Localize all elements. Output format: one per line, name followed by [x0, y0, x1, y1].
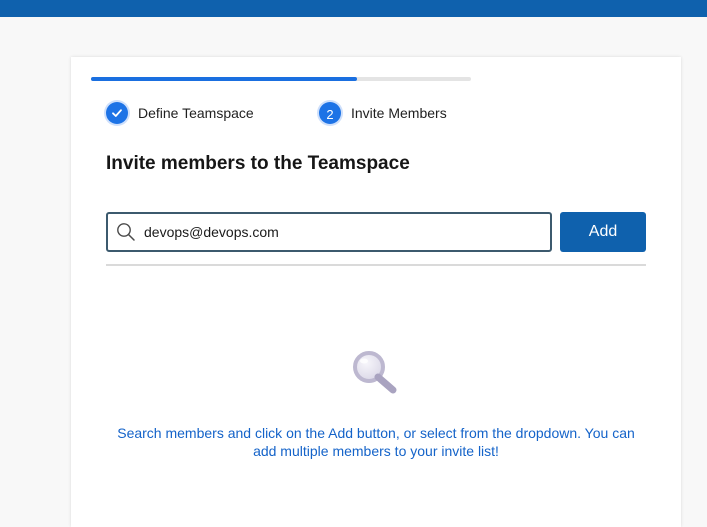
- wizard-progress-track: [91, 77, 471, 81]
- step-number: 2: [326, 107, 334, 122]
- member-search-input[interactable]: [144, 224, 524, 240]
- check-icon: [106, 102, 128, 124]
- step-invite-members: 2 Invite Members: [319, 102, 447, 124]
- divider: [106, 264, 646, 266]
- invite-members-card: Define Teamspace 2 Invite Members Invite…: [71, 57, 681, 527]
- step-define-teamspace: Define Teamspace: [106, 102, 254, 124]
- page-title: Invite members to the Teamspace: [106, 153, 410, 174]
- empty-state-message: Search members and click on the Add butt…: [117, 425, 635, 459]
- search-icon: [116, 222, 136, 242]
- top-app-bar: [0, 0, 707, 17]
- wizard-progress-fill: [91, 77, 357, 81]
- magnifier-illustration-icon: [349, 349, 405, 395]
- member-search-box[interactable]: [106, 212, 552, 252]
- add-member-button[interactable]: Add: [560, 212, 646, 252]
- step-label: Define Teamspace: [138, 105, 254, 121]
- step-label: Invite Members: [351, 105, 447, 121]
- step-number-badge: 2: [319, 102, 341, 124]
